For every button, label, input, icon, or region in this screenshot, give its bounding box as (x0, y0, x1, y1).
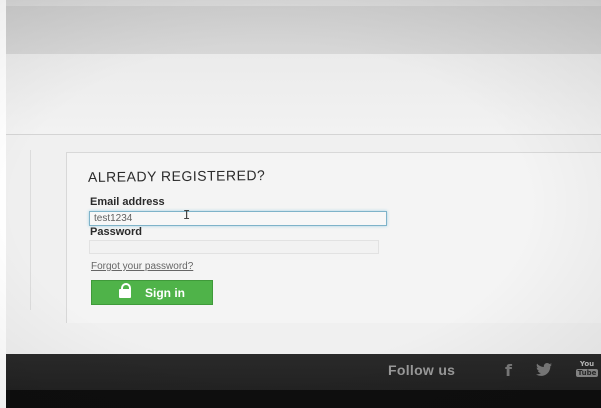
left-column (6, 150, 31, 310)
header-bar (6, 6, 601, 54)
email-label: Email address (90, 196, 165, 208)
youtube-icon[interactable]: You Tube (576, 360, 598, 380)
youtube-icon-top: You (579, 360, 595, 368)
page: ALREADY REGISTERED? Email address I Pass… (0, 0, 601, 408)
lock-icon (119, 282, 131, 298)
left-edge (0, 0, 6, 408)
text-cursor-icon: I (183, 208, 191, 222)
follow-us-label: Follow us (388, 362, 456, 378)
footer-bottom-strip (0, 390, 601, 408)
facebook-icon[interactable]: f (505, 361, 512, 380)
sign-in-label: Sign in (145, 285, 185, 300)
header-spacer (6, 54, 601, 134)
youtube-icon-bottom: Tube (576, 369, 598, 377)
sign-in-button[interactable]: Sign in (91, 280, 213, 305)
email-input[interactable] (89, 211, 387, 226)
password-label: Password (90, 226, 142, 238)
twitter-icon[interactable] (536, 363, 552, 380)
login-title: ALREADY REGISTERED? (87, 167, 266, 185)
password-input[interactable] (89, 240, 379, 254)
forgot-password-link[interactable]: Forgot your password? (91, 261, 193, 272)
